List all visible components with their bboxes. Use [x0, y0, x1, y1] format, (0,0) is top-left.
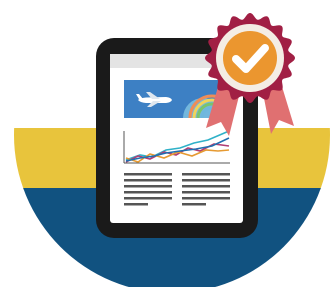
text-line	[124, 185, 172, 188]
text-line	[182, 185, 230, 188]
text-line	[182, 203, 206, 206]
text-line	[182, 191, 230, 194]
text-line	[124, 179, 172, 182]
badge-medal	[223, 31, 277, 85]
text-line	[124, 173, 172, 176]
text-line	[124, 203, 148, 206]
text-line	[182, 179, 230, 182]
illustration	[0, 0, 330, 287]
text-line	[124, 197, 172, 200]
text-line	[124, 191, 172, 194]
text-line	[182, 197, 230, 200]
illustration-canvas	[14, 13, 330, 287]
text-line	[182, 173, 230, 176]
